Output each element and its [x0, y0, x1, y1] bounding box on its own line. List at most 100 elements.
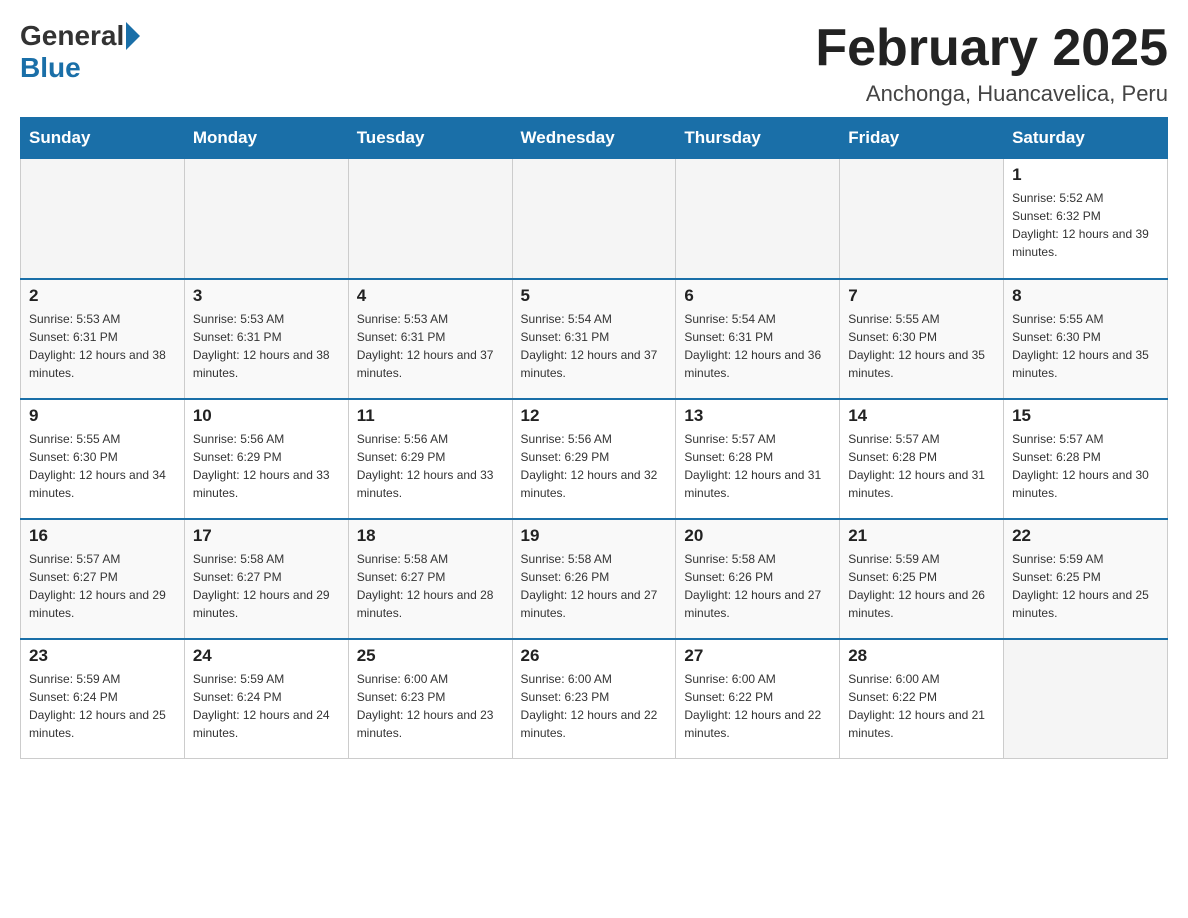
day-number: 2: [29, 286, 176, 306]
day-number: 22: [1012, 526, 1159, 546]
day-info: Sunrise: 5:58 AMSunset: 6:26 PMDaylight:…: [684, 550, 831, 622]
day-number: 3: [193, 286, 340, 306]
day-number: 18: [357, 526, 504, 546]
calendar-cell: [512, 159, 676, 279]
day-info: Sunrise: 5:54 AMSunset: 6:31 PMDaylight:…: [684, 310, 831, 382]
calendar-cell: [184, 159, 348, 279]
day-info: Sunrise: 5:59 AMSunset: 6:24 PMDaylight:…: [29, 670, 176, 742]
calendar-cell: [840, 159, 1004, 279]
day-info: Sunrise: 5:59 AMSunset: 6:24 PMDaylight:…: [193, 670, 340, 742]
day-info: Sunrise: 5:53 AMSunset: 6:31 PMDaylight:…: [357, 310, 504, 382]
day-info: Sunrise: 5:56 AMSunset: 6:29 PMDaylight:…: [521, 430, 668, 502]
day-info: Sunrise: 5:53 AMSunset: 6:31 PMDaylight:…: [29, 310, 176, 382]
day-info: Sunrise: 5:58 AMSunset: 6:27 PMDaylight:…: [357, 550, 504, 622]
day-number: 14: [848, 406, 995, 426]
day-info: Sunrise: 5:57 AMSunset: 6:28 PMDaylight:…: [1012, 430, 1159, 502]
calendar-cell: 16 Sunrise: 5:57 AMSunset: 6:27 PMDayligh…: [21, 519, 185, 639]
title-block: February 2025 Anchonga, Huancavelica, Pe…: [815, 20, 1168, 107]
calendar-cell: 9 Sunrise: 5:55 AMSunset: 6:30 PMDaylight…: [21, 399, 185, 519]
day-info: Sunrise: 5:55 AMSunset: 6:30 PMDaylight:…: [1012, 310, 1159, 382]
column-header-tuesday: Tuesday: [348, 118, 512, 159]
day-info: Sunrise: 5:56 AMSunset: 6:29 PMDaylight:…: [357, 430, 504, 502]
day-info: Sunrise: 5:54 AMSunset: 6:31 PMDaylight:…: [521, 310, 668, 382]
calendar-cell: 12 Sunrise: 5:56 AMSunset: 6:29 PMDayligh…: [512, 399, 676, 519]
column-header-monday: Monday: [184, 118, 348, 159]
calendar-cell: 18 Sunrise: 5:58 AMSunset: 6:27 PMDayligh…: [348, 519, 512, 639]
calendar-cell: [1004, 639, 1168, 759]
day-number: 17: [193, 526, 340, 546]
day-number: 11: [357, 406, 504, 426]
calendar-week-row: 1 Sunrise: 5:52 AMSunset: 6:32 PMDaylight…: [21, 159, 1168, 279]
day-info: Sunrise: 6:00 AMSunset: 6:22 PMDaylight:…: [848, 670, 995, 742]
day-number: 27: [684, 646, 831, 666]
day-number: 7: [848, 286, 995, 306]
day-info: Sunrise: 6:00 AMSunset: 6:23 PMDaylight:…: [357, 670, 504, 742]
calendar-cell: [676, 159, 840, 279]
day-number: 4: [357, 286, 504, 306]
day-number: 8: [1012, 286, 1159, 306]
calendar-cell: 1 Sunrise: 5:52 AMSunset: 6:32 PMDaylight…: [1004, 159, 1168, 279]
calendar-cell: 7 Sunrise: 5:55 AMSunset: 6:30 PMDaylight…: [840, 279, 1004, 399]
calendar-cell: 10 Sunrise: 5:56 AMSunset: 6:29 PMDayligh…: [184, 399, 348, 519]
day-info: Sunrise: 6:00 AMSunset: 6:22 PMDaylight:…: [684, 670, 831, 742]
day-number: 26: [521, 646, 668, 666]
day-number: 19: [521, 526, 668, 546]
day-number: 10: [193, 406, 340, 426]
day-number: 9: [29, 406, 176, 426]
day-number: 6: [684, 286, 831, 306]
day-number: 21: [848, 526, 995, 546]
calendar-cell: 22 Sunrise: 5:59 AMSunset: 6:25 PMDayligh…: [1004, 519, 1168, 639]
calendar-cell: 3 Sunrise: 5:53 AMSunset: 6:31 PMDaylight…: [184, 279, 348, 399]
day-info: Sunrise: 5:55 AMSunset: 6:30 PMDaylight:…: [848, 310, 995, 382]
day-number: 1: [1012, 165, 1159, 185]
column-header-sunday: Sunday: [21, 118, 185, 159]
day-info: Sunrise: 5:57 AMSunset: 6:28 PMDaylight:…: [848, 430, 995, 502]
calendar-week-row: 16 Sunrise: 5:57 AMSunset: 6:27 PMDayligh…: [21, 519, 1168, 639]
day-number: 12: [521, 406, 668, 426]
calendar-cell: 8 Sunrise: 5:55 AMSunset: 6:30 PMDaylight…: [1004, 279, 1168, 399]
day-info: Sunrise: 5:52 AMSunset: 6:32 PMDaylight:…: [1012, 189, 1159, 261]
calendar-week-row: 9 Sunrise: 5:55 AMSunset: 6:30 PMDaylight…: [21, 399, 1168, 519]
day-info: Sunrise: 5:53 AMSunset: 6:31 PMDaylight:…: [193, 310, 340, 382]
day-number: 23: [29, 646, 176, 666]
column-header-thursday: Thursday: [676, 118, 840, 159]
calendar-cell: 14 Sunrise: 5:57 AMSunset: 6:28 PMDayligh…: [840, 399, 1004, 519]
day-number: 15: [1012, 406, 1159, 426]
calendar-cell: 23 Sunrise: 5:59 AMSunset: 6:24 PMDayligh…: [21, 639, 185, 759]
day-number: 25: [357, 646, 504, 666]
calendar-cell: 19 Sunrise: 5:58 AMSunset: 6:26 PMDayligh…: [512, 519, 676, 639]
day-info: Sunrise: 5:57 AMSunset: 6:28 PMDaylight:…: [684, 430, 831, 502]
calendar-cell: [21, 159, 185, 279]
day-number: 20: [684, 526, 831, 546]
column-header-friday: Friday: [840, 118, 1004, 159]
month-title: February 2025: [815, 20, 1168, 77]
calendar-cell: 26 Sunrise: 6:00 AMSunset: 6:23 PMDayligh…: [512, 639, 676, 759]
calendar-cell: 5 Sunrise: 5:54 AMSunset: 6:31 PMDaylight…: [512, 279, 676, 399]
day-info: Sunrise: 5:57 AMSunset: 6:27 PMDaylight:…: [29, 550, 176, 622]
calendar-cell: 25 Sunrise: 6:00 AMSunset: 6:23 PMDayligh…: [348, 639, 512, 759]
day-number: 16: [29, 526, 176, 546]
calendar-cell: [348, 159, 512, 279]
day-number: 28: [848, 646, 995, 666]
calendar-cell: 24 Sunrise: 5:59 AMSunset: 6:24 PMDayligh…: [184, 639, 348, 759]
day-info: Sunrise: 5:58 AMSunset: 6:27 PMDaylight:…: [193, 550, 340, 622]
calendar-cell: 27 Sunrise: 6:00 AMSunset: 6:22 PMDayligh…: [676, 639, 840, 759]
day-info: Sunrise: 6:00 AMSunset: 6:23 PMDaylight:…: [521, 670, 668, 742]
calendar-cell: 13Sunrise: 5:57 AMSunset: 6:28 PMDayligh…: [676, 399, 840, 519]
calendar-cell: 6 Sunrise: 5:54 AMSunset: 6:31 PMDaylight…: [676, 279, 840, 399]
calendar-cell: 17 Sunrise: 5:58 AMSunset: 6:27 PMDayligh…: [184, 519, 348, 639]
day-number: 24: [193, 646, 340, 666]
day-info: Sunrise: 5:55 AMSunset: 6:30 PMDaylight:…: [29, 430, 176, 502]
day-info: Sunrise: 5:59 AMSunset: 6:25 PMDaylight:…: [1012, 550, 1159, 622]
column-header-saturday: Saturday: [1004, 118, 1168, 159]
day-info: Sunrise: 5:56 AMSunset: 6:29 PMDaylight:…: [193, 430, 340, 502]
column-header-wednesday: Wednesday: [512, 118, 676, 159]
day-number: 5: [521, 286, 668, 306]
calendar-cell: 4 Sunrise: 5:53 AMSunset: 6:31 PMDaylight…: [348, 279, 512, 399]
logo-blue-text: Blue: [20, 52, 81, 84]
calendar-week-row: 23 Sunrise: 5:59 AMSunset: 6:24 PMDayligh…: [21, 639, 1168, 759]
calendar-cell: 11 Sunrise: 5:56 AMSunset: 6:29 PMDayligh…: [348, 399, 512, 519]
calendar-cell: 15 Sunrise: 5:57 AMSunset: 6:28 PMDayligh…: [1004, 399, 1168, 519]
calendar-cell: 2 Sunrise: 5:53 AMSunset: 6:31 PMDaylight…: [21, 279, 185, 399]
day-info: Sunrise: 5:58 AMSunset: 6:26 PMDaylight:…: [521, 550, 668, 622]
